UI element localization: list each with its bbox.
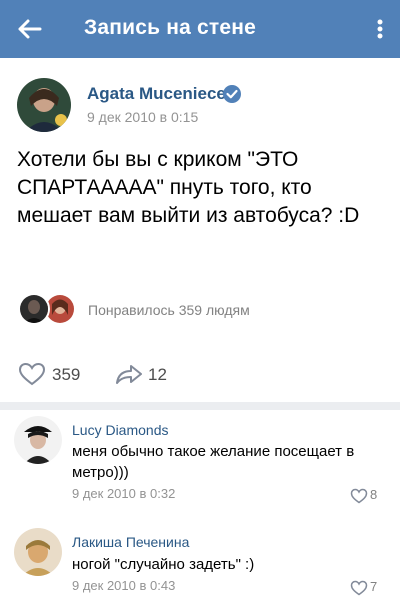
comment-avatar[interactable] xyxy=(14,528,62,576)
comment-like-button[interactable]: 7 xyxy=(350,577,386,597)
comment-text: меня обычно такое желание посещает в мет… xyxy=(72,443,355,481)
heart-icon xyxy=(350,580,368,596)
comment-avatar[interactable] xyxy=(14,416,62,464)
likes-text[interactable]: Понравилось 359 людям xyxy=(88,302,250,318)
share-count: 12 xyxy=(148,365,167,384)
post-header: Agata Muceniece 9 дек 2010 в 0:15 xyxy=(0,70,400,134)
share-arrow-icon xyxy=(116,365,142,384)
comment-author[interactable]: Lucy Diamonds xyxy=(72,422,169,438)
heart-icon xyxy=(18,362,46,386)
comment-item: Лакиша Печенина ногой "случайно задеть" … xyxy=(0,522,400,600)
comment-like-count: 8 xyxy=(370,487,378,502)
post-author-name[interactable]: Agata Muceniece xyxy=(87,84,226,104)
back-arrow-icon xyxy=(18,19,42,39)
page-title: Запись на стене xyxy=(84,16,257,39)
comment-like-button[interactable]: 8 xyxy=(350,485,386,505)
section-divider xyxy=(0,402,400,410)
comment-author[interactable]: Лакиша Печенина xyxy=(72,534,189,550)
post-actions: 359 12 xyxy=(0,356,400,392)
likes-summary[interactable]: Понравилось 359 людям xyxy=(0,290,400,330)
author-avatar[interactable] xyxy=(17,78,71,132)
author-avatar-image xyxy=(17,78,71,132)
comment-date[interactable]: 9 дек 2010 в 0:43 xyxy=(72,578,175,593)
post-date[interactable]: 9 дек 2010 в 0:15 xyxy=(87,109,198,125)
more-vertical-icon xyxy=(377,19,383,39)
heart-icon xyxy=(350,488,368,504)
back-button[interactable] xyxy=(14,14,50,44)
top-bar: Запись на стене xyxy=(0,0,400,58)
liker-avatar xyxy=(18,293,50,325)
post-text: Хотели бы вы с криком "ЭТО СПАРТААААА" п… xyxy=(17,148,360,227)
comment-like-count: 7 xyxy=(370,579,378,594)
like-count: 359 xyxy=(52,365,81,384)
comment-date[interactable]: 9 дек 2010 в 0:32 xyxy=(72,486,175,501)
comment-item: Lucy Diamonds меня обычно такое желание … xyxy=(0,414,400,510)
verified-icon xyxy=(222,84,242,104)
more-options-button[interactable] xyxy=(368,14,392,44)
comment-text: ногой "случайно задеть" :) xyxy=(72,556,255,573)
